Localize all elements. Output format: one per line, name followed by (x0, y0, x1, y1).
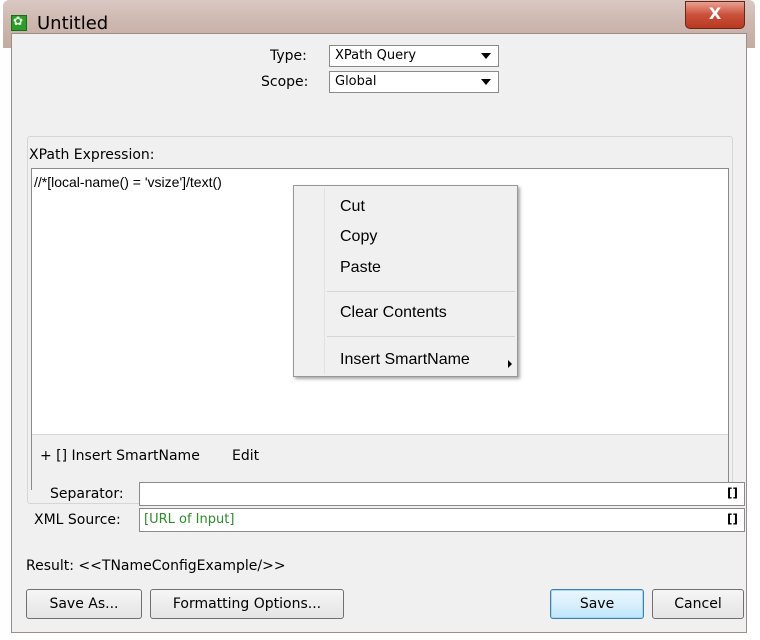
close-button[interactable]: X (685, 1, 745, 29)
scope-select-value: Global (335, 74, 377, 89)
chevron-down-icon (481, 79, 491, 85)
type-select[interactable]: XPath Query (329, 45, 499, 67)
menu-item-insert-smartname[interactable]: Insert SmartName (340, 351, 470, 369)
submenu-arrow-icon (508, 360, 512, 368)
app-icon (11, 14, 27, 31)
save-button[interactable]: Save (550, 589, 644, 619)
result-text: Result: <<TNameConfigExample/>> (26, 558, 286, 574)
menu-item-copy[interactable]: Copy (340, 228, 377, 246)
type-select-value: XPath Query (335, 48, 417, 63)
smartname-bracket-icon[interactable]: [] (727, 512, 738, 526)
xml-source-value: [URL of Input] (144, 512, 235, 527)
scope-label: Scope: (261, 74, 309, 90)
type-label: Type: (270, 48, 307, 64)
menu-item-clear-contents[interactable]: Clear Contents (340, 304, 447, 322)
smartname-bracket-icon[interactable]: [] (727, 486, 738, 500)
xpath-expression-label: XPath Expression: (29, 147, 155, 163)
separator-input[interactable]: [] (139, 482, 745, 506)
menu-separator (327, 336, 515, 337)
window-title: Untitled (37, 13, 109, 34)
edit-link[interactable]: Edit (232, 448, 259, 464)
cancel-button[interactable]: Cancel (652, 589, 744, 619)
xml-source-label: XML Source: (34, 512, 121, 528)
insert-smartname-link[interactable]: + [] Insert SmartName (40, 448, 200, 464)
xpath-expression-text[interactable]: //*[local-name() = 'vsize']/text() (34, 174, 222, 190)
menu-item-paste[interactable]: Paste (340, 259, 381, 277)
menu-item-cut[interactable]: Cut (340, 198, 365, 216)
formatting-options-button[interactable]: Formatting Options... (150, 589, 344, 619)
save-as-button[interactable]: Save As... (26, 589, 142, 619)
scope-select[interactable]: Global (329, 71, 499, 93)
xml-source-input[interactable]: [URL of Input] [] (139, 508, 745, 532)
chevron-down-icon (481, 53, 491, 59)
menu-separator (327, 291, 515, 292)
context-menu: Cut Copy Paste Clear Contents Insert Sma… (293, 185, 518, 377)
separator-label: Separator: (50, 486, 124, 502)
